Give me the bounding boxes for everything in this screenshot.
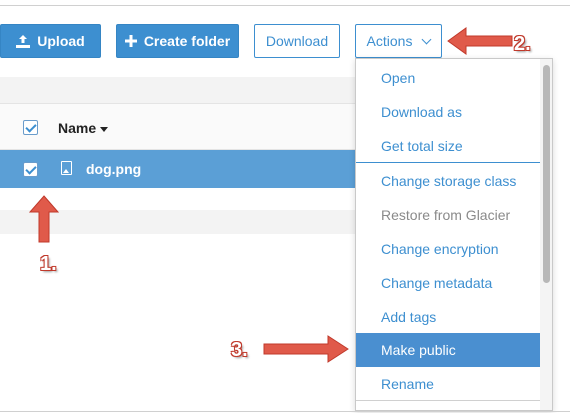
annotation-step-2: 2. — [514, 33, 531, 55]
menu-separator-bottom — [356, 400, 542, 401]
top-divider — [0, 5, 570, 6]
sort-caret-icon — [100, 126, 109, 132]
menu-item-rename[interactable]: Rename — [356, 367, 542, 401]
annotation-arrow-left — [447, 27, 513, 55]
actions-label: Actions — [366, 33, 413, 49]
name-column-label: Name — [58, 120, 97, 136]
name-column-header[interactable]: Name — [58, 120, 109, 136]
menu-item-change-encryption[interactable]: Change encryption — [356, 232, 542, 266]
menu-item-change-metadata[interactable]: Change metadata — [356, 266, 542, 300]
menu-item-restore-from-glacier: Restore from Glacier — [381, 207, 511, 223]
select-all-checkbox[interactable] — [23, 120, 38, 135]
image-file-icon — [61, 161, 72, 175]
annotation-step-3: 3. — [231, 339, 248, 361]
actions-menu: Open Download as Get total size Change s… — [355, 58, 553, 411]
actions-dropdown-button[interactable]: Actions — [355, 24, 442, 58]
annotation-arrow-up — [28, 195, 60, 243]
upload-icon — [16, 34, 31, 48]
checkmark-icon — [24, 162, 37, 175]
create-folder-label: Create folder — [143, 33, 231, 49]
menu-item-get-total-size[interactable]: Get total size — [356, 129, 542, 163]
chevron-down-icon — [422, 34, 432, 44]
menu-item-add-tags[interactable]: Add tags — [356, 300, 542, 334]
menu-separator — [356, 162, 542, 163]
download-button[interactable]: Download — [254, 24, 340, 58]
row-checkbox[interactable] — [23, 162, 38, 177]
menu-item-download-as[interactable]: Download as — [356, 95, 542, 129]
create-folder-button[interactable]: Create folder — [116, 24, 239, 58]
table-row[interactable]: dog.png — [0, 150, 360, 188]
upload-button[interactable]: Upload — [0, 24, 101, 58]
table-header: Name — [0, 103, 360, 150]
checkmark-icon — [24, 120, 37, 133]
menu-scrollbar[interactable] — [540, 59, 552, 410]
menu-item-make-public[interactable]: Make public — [356, 333, 542, 367]
upload-label: Upload — [37, 33, 85, 49]
annotation-arrow-right — [263, 335, 349, 363]
menu-item-open[interactable]: Open — [356, 61, 542, 95]
menu-item-change-storage-class[interactable]: Change storage class — [356, 164, 542, 198]
download-label: Download — [265, 33, 329, 49]
annotation-step-1: 1. — [40, 253, 57, 275]
table-toolbar-band — [0, 77, 360, 103]
menu-scrollbar-thumb[interactable] — [543, 65, 550, 283]
plus-icon — [124, 35, 137, 47]
file-name[interactable]: dog.png — [86, 161, 141, 177]
bottom-divider — [0, 411, 570, 412]
